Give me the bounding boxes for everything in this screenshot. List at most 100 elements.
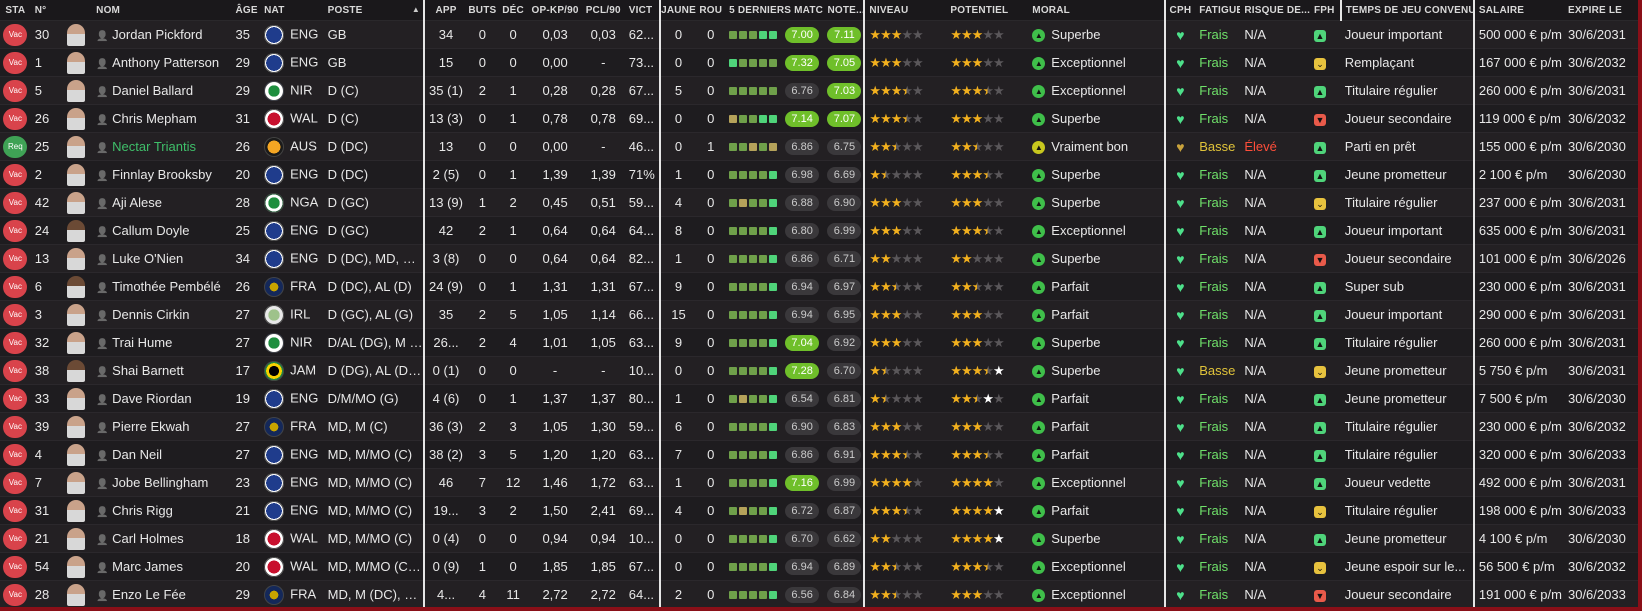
player-name-cell[interactable]: 👤 Dave Riordan	[92, 384, 232, 413]
table-row[interactable]: Vac 38 👤 Shai Barnett 17 JAM D (DG), AL (D),..…	[0, 356, 1638, 385]
column-header-temps[interactable]: TEMPS DE JEU CONVENU	[1340, 0, 1475, 21]
player-name[interactable]: Callum Doyle	[112, 223, 189, 238]
column-header-fph[interactable]: FPH	[1309, 0, 1342, 21]
table-row[interactable]: Vac 6 👤 Timothée Pembélé 26 FRA D (DC), AL (D)…	[0, 272, 1638, 301]
table-row[interactable]: Vac 21 👤 Carl Holmes 18 WAL MD, M/MO (C) 0 (4) 0…	[0, 524, 1638, 553]
column-header-photo[interactable]	[59, 0, 93, 21]
player-name-cell[interactable]: 👤 Daniel Ballard	[92, 76, 232, 105]
table-row[interactable]: Vac 31 👤 Chris Rigg 21 ENG MD, M/MO (C) 19... 3 2…	[0, 496, 1638, 525]
status-badge[interactable]: Vac	[3, 499, 28, 522]
column-header-note[interactable]: NOTE...	[823, 0, 866, 21]
column-header-buts[interactable]: BUTS	[467, 0, 498, 21]
column-header-vict[interactable]: VICT	[624, 0, 661, 21]
player-name-cell[interactable]: 👤 Anthony Patterson	[92, 48, 232, 77]
table-row[interactable]: Vac 4 👤 Dan Neil 27 ENG MD, M/MO (C) 38 (2) 3 5 1,…	[0, 440, 1638, 469]
column-header-nat[interactable]: NAT	[260, 0, 324, 21]
player-name[interactable]: Dave Riordan	[112, 391, 192, 406]
player-name[interactable]: Dan Neil	[112, 447, 162, 462]
player-name[interactable]: Pierre Ekwah	[112, 419, 189, 434]
column-header-risque[interactable]: RISQUE DE...	[1240, 0, 1310, 21]
player-name[interactable]: Shai Barnett	[112, 363, 184, 378]
status-badge[interactable]: Req	[3, 135, 28, 158]
player-name[interactable]: Trai Hume	[112, 335, 172, 350]
table-row[interactable]: Vac 33 👤 Dave Riordan 19 ENG D/M/MO (G) 4 (6) 0 1…	[0, 384, 1638, 413]
status-badge[interactable]: Vac	[3, 359, 28, 382]
player-name[interactable]: Chris Rigg	[112, 503, 173, 518]
status-badge[interactable]: Vac	[3, 247, 28, 270]
player-name-cell[interactable]: 👤 Callum Doyle	[92, 216, 232, 245]
column-header-name[interactable]: NOM	[92, 0, 232, 21]
player-name-cell[interactable]: 👤 Dennis Cirkin	[92, 300, 232, 329]
player-name[interactable]: Nectar Triantis	[112, 139, 196, 154]
player-name[interactable]: Finnlay Brooksby	[112, 167, 212, 182]
player-name[interactable]: Luke O'Nien	[112, 251, 183, 266]
player-name-cell[interactable]: 👤 Jordan Pickford	[92, 20, 232, 49]
column-header-potentiel[interactable]: POTENTIEL	[946, 0, 1029, 21]
player-name-cell[interactable]: 👤 Carl Holmes	[92, 524, 232, 553]
table-row[interactable]: Vac 54 👤 Marc James 20 WAL MD, M/MO (C),... 0 (…	[0, 552, 1638, 581]
column-header-pcl[interactable]: PCL/90	[581, 0, 625, 21]
player-name-cell[interactable]: 👤 Enzo Le Fée	[92, 580, 232, 607]
player-name[interactable]: Dennis Cirkin	[112, 307, 189, 322]
table-row[interactable]: Vac 7 👤 Jobe Bellingham 23 ENG MD, M/MO (C) 46 7…	[0, 468, 1638, 497]
player-name[interactable]: Jordan Pickford	[112, 27, 202, 42]
player-name-cell[interactable]: 👤 Nectar Triantis	[92, 132, 232, 161]
status-badge[interactable]: Vac	[3, 471, 28, 494]
player-name-cell[interactable]: 👤 Jobe Bellingham	[92, 468, 232, 497]
table-row[interactable]: Vac 39 👤 Pierre Ekwah 27 FRA MD, M (C) 36 (3) 2 3…	[0, 412, 1638, 441]
column-header-moral[interactable]: MORAL	[1028, 0, 1166, 21]
status-badge[interactable]: Vac	[3, 527, 28, 550]
column-header-cph[interactable]: CPH	[1164, 0, 1196, 21]
status-badge[interactable]: Vac	[3, 331, 28, 354]
player-name-cell[interactable]: 👤 Chris Rigg	[92, 496, 232, 525]
column-header-form[interactable]: 5 DERNIERS MATCHS	[725, 0, 824, 21]
status-badge[interactable]: Vac	[3, 163, 28, 186]
player-name-cell[interactable]: 👤 Aji Alese	[92, 188, 232, 217]
column-header-salaire[interactable]: SALAIRE	[1473, 0, 1564, 21]
table-row[interactable]: Vac 42 👤 Aji Alese 28 NGA D (GC) 13 (9) 1 2 0,45 0,…	[0, 188, 1638, 217]
player-name-cell[interactable]: 👤 Finnlay Brooksby	[92, 160, 232, 189]
player-name-cell[interactable]: 👤 Chris Mepham	[92, 104, 232, 133]
table-row[interactable]: Vac 5 👤 Daniel Ballard 29 NIR D (C) 35 (1) 2 1 0,2…	[0, 76, 1638, 105]
status-badge[interactable]: Vac	[3, 583, 28, 606]
table-row[interactable]: Vac 26 👤 Chris Mepham 31 WAL D (C) 13 (3) 0 1 0,78…	[0, 104, 1638, 133]
column-header-niveau[interactable]: NIVEAU	[864, 0, 947, 21]
column-header-jaune[interactable]: JAUNE	[659, 0, 697, 21]
column-header-app[interactable]: APP	[424, 0, 468, 21]
player-name-cell[interactable]: 👤 Luke O'Nien	[92, 244, 232, 273]
status-badge[interactable]: Vac	[3, 415, 28, 438]
table-row[interactable]: Vac 30 👤 Jordan Pickford 35 ENG GB 34 0 0 0,03 0,03…	[0, 20, 1638, 49]
column-header-dec[interactable]: DÉC	[497, 0, 529, 21]
status-badge[interactable]: Vac	[3, 23, 28, 46]
status-badge[interactable]: Vac	[3, 191, 28, 214]
table-row[interactable]: Vac 13 👤 Luke O'Nien 34 ENG D (DC), MD, M (...…	[0, 244, 1638, 273]
player-name-cell[interactable]: 👤 Dan Neil	[92, 440, 232, 469]
status-badge[interactable]: Vac	[3, 275, 28, 298]
status-badge[interactable]: Vac	[3, 303, 28, 326]
player-name[interactable]: Jobe Bellingham	[112, 475, 208, 490]
table-row[interactable]: Req 25 👤 Nectar Triantis 26 AUS D (DC) 13 0 0 0,00…	[0, 132, 1638, 161]
player-name-cell[interactable]: 👤 Trai Hume	[92, 328, 232, 357]
player-name[interactable]: Aji Alese	[112, 195, 162, 210]
player-name[interactable]: Daniel Ballard	[112, 83, 193, 98]
status-badge[interactable]: Vac	[3, 555, 28, 578]
column-header-pos[interactable]: POSTE ▲	[323, 0, 426, 21]
table-row[interactable]: Vac 3 👤 Dennis Cirkin 27 IRL D (GC), AL (G) 35 2…	[0, 300, 1638, 329]
status-badge[interactable]: Vac	[3, 79, 28, 102]
table-row[interactable]: Vac 2 👤 Finnlay Brooksby 20 ENG D (DC) 2 (5) 0 1 1…	[0, 160, 1638, 189]
table-row[interactable]: Vac 28 👤 Enzo Le Fée 29 FRA MD, M (DC), M (...…	[0, 580, 1638, 607]
status-badge[interactable]: Vac	[3, 387, 28, 410]
column-header-age[interactable]: ÂGE	[231, 0, 261, 21]
player-name[interactable]: Carl Holmes	[112, 531, 184, 546]
status-badge[interactable]: Vac	[3, 443, 28, 466]
player-name-cell[interactable]: 👤 Shai Barnett	[92, 356, 232, 385]
player-name[interactable]: Marc James	[112, 559, 183, 574]
player-name-cell[interactable]: 👤 Marc James	[92, 552, 232, 581]
status-badge[interactable]: Vac	[3, 51, 28, 74]
column-header-fatigue[interactable]: FATIGUE	[1195, 0, 1241, 21]
column-header-opkp[interactable]: OP-KP/90	[528, 0, 582, 21]
player-name[interactable]: Chris Mepham	[112, 111, 197, 126]
column-header-expire[interactable]: EXPIRE LE	[1563, 0, 1638, 21]
table-row[interactable]: Vac 32 👤 Trai Hume 27 NIR D/AL (DG), M (... 26.…	[0, 328, 1638, 357]
player-name[interactable]: Enzo Le Fée	[112, 587, 186, 602]
